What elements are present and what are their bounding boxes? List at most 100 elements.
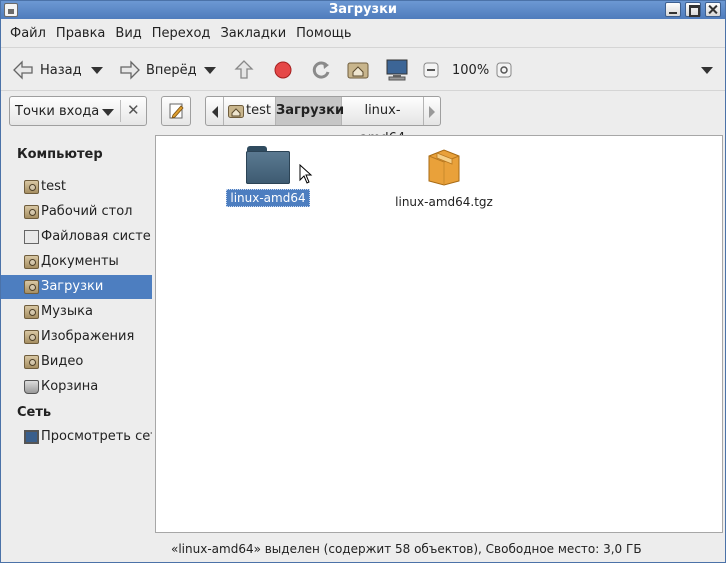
sidebar-heading-network: Сеть xyxy=(17,405,52,420)
file-name: linux-amd64.tgz xyxy=(395,195,493,209)
sidebar-item-label: Музыка xyxy=(41,304,93,319)
home-folder-icon xyxy=(228,105,244,118)
sidebar-item-documents[interactable]: Документы xyxy=(1,250,152,274)
path-segment-downloads[interactable]: Загрузки xyxy=(276,97,344,125)
zoom-reset-icon xyxy=(496,62,512,78)
home-folder-icon xyxy=(347,62,369,79)
path-scroll-right[interactable] xyxy=(424,97,440,125)
home-button[interactable] xyxy=(347,48,369,92)
mouse-pointer-icon xyxy=(299,164,313,184)
edit-icon xyxy=(169,103,184,119)
status-bar: «linux-amd64» выделен (содержит 58 объек… xyxy=(171,542,642,556)
chevron-right-icon xyxy=(429,106,435,118)
sidebar-item-music[interactable]: Музыка xyxy=(1,300,152,324)
sidebar-item-trash[interactable]: Корзина xyxy=(1,375,152,399)
zoom-in-button[interactable] xyxy=(496,48,512,92)
path-segment-test[interactable]: test xyxy=(224,97,276,125)
chevron-down-icon xyxy=(102,109,114,116)
sidebar-item-label: Документы xyxy=(41,254,119,269)
home-folder-icon xyxy=(24,180,39,194)
close-sidebar-icon[interactable]: ✕ xyxy=(127,101,140,119)
sidebar-item-label: Корзина xyxy=(41,379,99,394)
sidebar-item-label: Файловая систе... xyxy=(41,229,152,244)
menu-bar: Файл Правка Вид Переход Закладки Помощь xyxy=(1,21,725,45)
sidebar-item-filesystem[interactable]: Файловая систе... xyxy=(1,225,152,249)
sidebar-item-test[interactable]: test xyxy=(1,175,152,199)
file-manager-window: Загрузки Файл Правка Вид Переход Закладк… xyxy=(0,0,726,563)
reload-icon xyxy=(312,61,330,79)
maximize-button[interactable] xyxy=(685,2,701,17)
back-button[interactable]: Назад xyxy=(11,48,82,92)
file-name: linux-amd64 xyxy=(226,189,310,207)
pictures-folder-icon xyxy=(24,330,39,344)
menu-edit[interactable]: Правка xyxy=(51,26,110,41)
archive-icon xyxy=(428,149,460,186)
title-bar[interactable]: Загрузки xyxy=(1,1,725,19)
sidebar-item-label: Видео xyxy=(41,354,84,369)
chevron-down-icon xyxy=(91,66,103,74)
zoom-out-button[interactable] xyxy=(423,48,439,92)
chevron-down-icon xyxy=(204,66,216,74)
stop-icon xyxy=(274,61,292,79)
video-folder-icon xyxy=(24,355,39,369)
sidebar-item-label: Изображения xyxy=(41,329,135,344)
sidebar-heading-computer: Компьютер xyxy=(17,147,103,162)
menu-file[interactable]: Файл xyxy=(5,26,51,41)
close-button[interactable] xyxy=(705,2,721,17)
up-button[interactable] xyxy=(233,48,255,92)
forward-history-dropdown[interactable] xyxy=(204,48,216,92)
file-item[interactable]: linux-amd64.tgz xyxy=(392,146,496,210)
sidebar-item-label: Просмотреть сеть xyxy=(41,429,152,444)
sidebar-item-browse-network[interactable]: Просмотреть сеть xyxy=(1,425,152,449)
path-bar: test Загрузки linux-amd64 xyxy=(205,96,441,146)
menu-bookmarks[interactable]: Закладки xyxy=(215,26,291,41)
menu-help[interactable]: Помощь xyxy=(291,26,356,41)
toolbar: Назад Вперёд 100% xyxy=(1,47,725,91)
sidebar-item-desktop[interactable]: Рабочий стол xyxy=(1,200,152,224)
chevron-down-icon xyxy=(701,66,713,74)
documents-folder-icon xyxy=(24,255,39,269)
sidebar-item-label: test xyxy=(41,179,66,194)
forward-button[interactable]: Вперёд xyxy=(118,48,197,92)
toggle-location-entry-button[interactable] xyxy=(161,96,191,126)
back-arrow-icon xyxy=(13,60,33,80)
forward-label: Вперёд xyxy=(146,62,197,78)
sidebar-item-label: Рабочий стол xyxy=(41,204,133,219)
drive-icon xyxy=(24,230,39,244)
music-folder-icon xyxy=(24,305,39,319)
folder-icon xyxy=(246,146,290,184)
menu-go[interactable]: Переход xyxy=(147,26,216,41)
file-item[interactable]: linux-amd64 xyxy=(216,146,320,207)
computer-icon xyxy=(386,59,408,81)
computer-button[interactable] xyxy=(385,48,409,92)
minimize-button[interactable] xyxy=(665,2,681,17)
sidebar-item-downloads[interactable]: Загрузки xyxy=(1,275,152,299)
path-scroll-left[interactable] xyxy=(206,97,224,125)
window-title: Загрузки xyxy=(328,2,398,17)
location-bar: Точки входа ✕ test Загрузки linux- xyxy=(1,92,725,146)
network-icon xyxy=(24,430,39,444)
sidebar-item-video[interactable]: Видео xyxy=(1,350,152,374)
path-segment-label: test xyxy=(246,103,271,118)
desktop-folder-icon xyxy=(24,205,39,219)
sidebar-item-label: Загрузки xyxy=(41,279,104,294)
forward-arrow-icon xyxy=(120,60,140,80)
sidebar: Компьютер test Рабочий стол Файловая сис… xyxy=(1,135,152,537)
zoom-level[interactable]: 100% xyxy=(452,48,489,92)
trash-icon xyxy=(24,380,39,394)
zoom-out-icon xyxy=(423,62,439,78)
stop-button[interactable] xyxy=(273,48,293,92)
back-history-dropdown[interactable] xyxy=(91,48,103,92)
back-label: Назад xyxy=(40,62,82,78)
window-menu-icon[interactable] xyxy=(4,3,18,17)
places-combo[interactable]: Точки входа ✕ xyxy=(9,96,147,126)
chevron-left-icon xyxy=(212,106,218,118)
sidebar-item-pictures[interactable]: Изображения xyxy=(1,325,152,349)
menu-view[interactable]: Вид xyxy=(110,26,146,41)
combo-separator xyxy=(120,100,121,122)
reload-button[interactable] xyxy=(310,48,332,92)
file-view[interactable]: linux-amd64 linux-amd64.tgz xyxy=(155,135,723,533)
toolbar-overflow-button[interactable] xyxy=(701,48,713,92)
path-segment-linux-amd64[interactable]: linux-amd64 xyxy=(342,97,424,146)
places-combo-label: Точки входа xyxy=(15,104,100,119)
